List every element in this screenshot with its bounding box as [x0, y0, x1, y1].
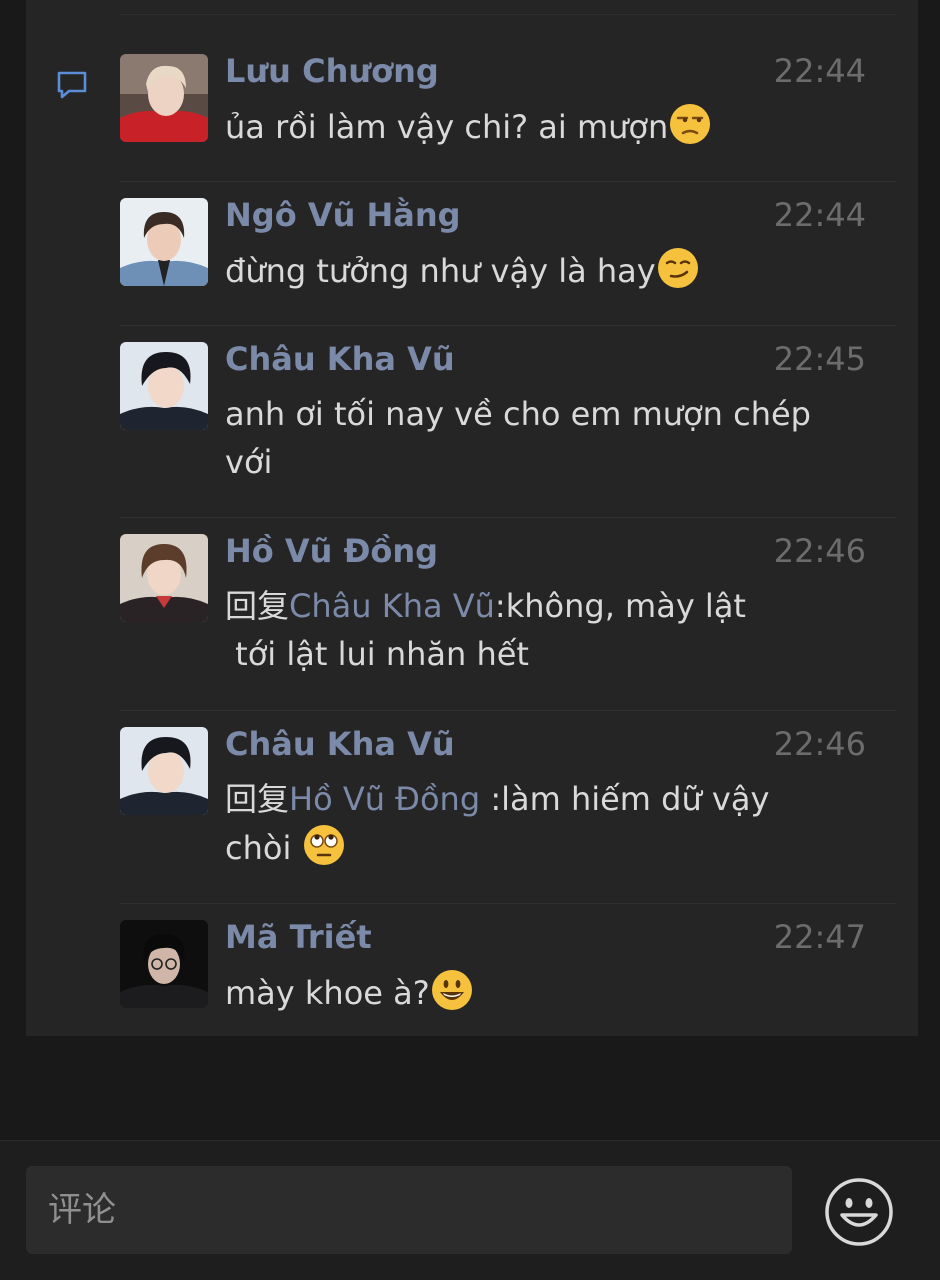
comment-text: anh ơi tối nay về cho em mượn chép với: [225, 390, 865, 486]
comment-list: Lưu Chương 22:44 ủa rồi làm vậy chi? ai …: [26, 0, 918, 1036]
face-with-rolling-eyes-icon: [302, 823, 346, 880]
avatar[interactable]: [120, 534, 208, 622]
comment-text-line: chòi: [225, 823, 865, 880]
divider: [120, 710, 896, 711]
comment-bubble-icon: [56, 70, 88, 100]
comment-time: 22:44: [773, 196, 866, 234]
reply-prefix: 回复: [225, 587, 290, 625]
comment-text-line: 回复Hồ Vũ Đồng :làm hiếm dữ vậy: [225, 775, 865, 823]
commenter-name[interactable]: Lưu Chương: [225, 52, 439, 90]
smirking-face-icon: [656, 246, 700, 303]
comment-text: ủa rồi làm vậy chi? ai mượn: [225, 102, 865, 159]
comment-text-content: :không, mày lật: [494, 587, 746, 625]
comment-text-line: tới lật lui nhăn hết: [225, 635, 529, 673]
commenter-name[interactable]: Châu Kha Vũ: [225, 340, 455, 378]
reply-prefix: 回复: [225, 780, 290, 818]
commenter-name[interactable]: Ngô Vũ Hằng: [225, 196, 461, 234]
avatar[interactable]: [120, 727, 208, 815]
comment-text-content: đừng tưởng như vậy là hay: [225, 252, 656, 290]
unamused-face-icon: [668, 102, 712, 159]
comment-time: 22:44: [773, 52, 866, 90]
comment-text-content: mày khoe à?: [225, 974, 430, 1012]
comment-text: 回复Châu Kha Vũ:không, mày lật tới lật lui…: [225, 582, 865, 678]
avatar[interactable]: [120, 342, 208, 430]
divider: [120, 14, 896, 15]
comment-text-content: ủa rồi làm vậy chi? ai mượn: [225, 108, 669, 146]
comment-text: 回复Hồ Vũ Đồng :làm hiếm dữ vậy chòi: [225, 775, 865, 880]
commenter-name[interactable]: Mã Triết: [225, 918, 372, 956]
commenter-name[interactable]: Châu Kha Vũ: [225, 725, 455, 763]
comment-text: mày khoe à?: [225, 968, 865, 1025]
comment-time: 22:47: [773, 918, 866, 956]
comment-text-line: với: [225, 443, 273, 481]
comment-input[interactable]: 评论: [26, 1166, 792, 1254]
comment-time: 22:45: [773, 340, 866, 378]
divider: [120, 903, 896, 904]
reply-mention[interactable]: Hồ Vũ Đồng: [289, 780, 490, 818]
smiley-face-icon[interactable]: [824, 1177, 894, 1247]
commenter-name[interactable]: Hồ Vũ Đồng: [225, 532, 438, 570]
avatar[interactable]: [120, 198, 208, 286]
comment-input-bar: 评论: [0, 1140, 940, 1280]
comment-time: 22:46: [773, 725, 866, 763]
comment-text-line: 回复Châu Kha Vũ:không, mày lật: [225, 582, 865, 630]
divider: [120, 517, 896, 518]
avatar[interactable]: [120, 920, 208, 1008]
reply-mention[interactable]: Châu Kha Vũ: [289, 587, 495, 625]
comment-text: đừng tưởng như vậy là hay: [225, 246, 865, 303]
comment-text-content: chòi: [225, 829, 302, 867]
divider: [120, 181, 896, 182]
comment-text-line: anh ơi tối nay về cho em mượn chép: [225, 395, 811, 433]
avatar[interactable]: [120, 54, 208, 142]
comment-screen: Lưu Chương 22:44 ủa rồi làm vậy chi? ai …: [0, 0, 940, 1280]
divider: [120, 325, 896, 326]
comment-text-content: :làm hiếm dữ vậy: [490, 780, 770, 818]
comment-time: 22:46: [773, 532, 866, 570]
grinning-face-icon: [430, 968, 474, 1025]
